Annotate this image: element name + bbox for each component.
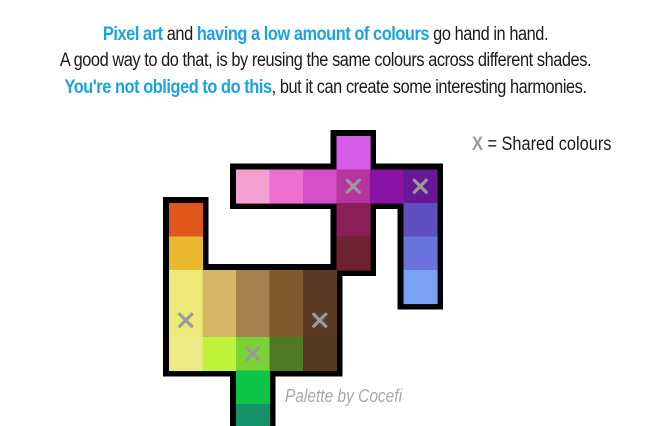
palette-swatch xyxy=(202,337,237,372)
palette-swatch xyxy=(236,169,271,204)
palette-swatch xyxy=(370,169,405,204)
palette-swatch xyxy=(169,236,204,271)
palette-swatch xyxy=(336,203,371,238)
palette-swatch xyxy=(169,270,204,305)
palette-swatch xyxy=(236,404,271,426)
palette-swatch xyxy=(336,236,371,271)
palette-swatch xyxy=(236,303,271,338)
palette-swatch xyxy=(403,270,438,305)
palette-swatch xyxy=(202,270,237,305)
palette-swatch xyxy=(403,203,438,238)
palette-swatch xyxy=(336,136,371,171)
palette-swatch xyxy=(269,337,304,372)
palette-swatch xyxy=(303,270,338,305)
palette-swatch xyxy=(269,169,304,204)
palette-grid xyxy=(163,130,443,426)
palette-swatch xyxy=(169,203,204,238)
palette-swatch xyxy=(236,370,271,405)
palette-swatch xyxy=(269,303,304,338)
palette-swatch xyxy=(403,236,438,271)
palette-swatch xyxy=(169,337,204,372)
palette-swatch xyxy=(202,303,237,338)
palette-swatch xyxy=(236,270,271,305)
palette-swatch xyxy=(269,270,304,305)
palette-swatch xyxy=(303,337,338,372)
palette-credit: Palette by Cocefi xyxy=(285,386,403,406)
palette-swatch xyxy=(303,169,338,204)
